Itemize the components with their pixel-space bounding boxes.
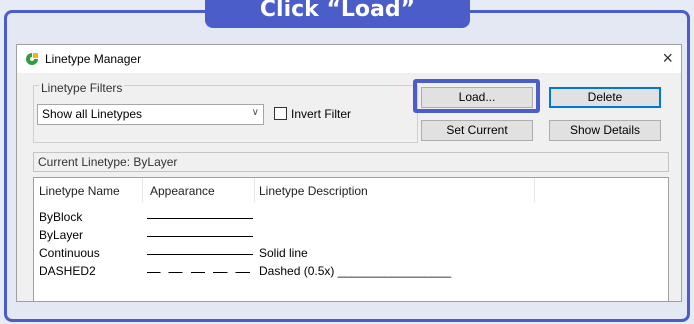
- column-divider: [254, 178, 255, 202]
- linetype-name: DASHED2: [39, 264, 96, 278]
- table-row[interactable]: Continuous Solid line: [34, 246, 668, 263]
- title-bar: Linetype Manager ×: [17, 45, 681, 73]
- delete-button[interactable]: Delete: [549, 87, 661, 108]
- invert-filter-checkbox[interactable]: [274, 107, 287, 120]
- linetype-manager-dialog: Linetype Manager × Linetype Filters Show…: [16, 44, 682, 302]
- appearance-line: [147, 254, 253, 255]
- current-linetype: Current Linetype: ByLayer: [33, 152, 669, 172]
- linetype-name: ByLayer: [39, 228, 84, 242]
- load-highlight: [413, 79, 540, 113]
- filter-select[interactable]: Show all Linetypes ∨: [37, 104, 264, 125]
- window-title: Linetype Manager: [45, 52, 142, 66]
- linetype-name: Continuous: [39, 246, 100, 260]
- set-current-button[interactable]: Set Current: [421, 120, 533, 141]
- filter-select-value: Show all Linetypes: [42, 107, 143, 121]
- linetype-name: ByBlock: [39, 210, 83, 224]
- column-header-appearance[interactable]: Appearance: [150, 184, 215, 198]
- close-icon[interactable]: ×: [662, 49, 673, 67]
- column-divider: [534, 178, 535, 202]
- list-header: Linetype Name Appearance Linetype Descri…: [34, 178, 668, 202]
- instruction-banner: Click “Load”: [205, 0, 470, 28]
- invert-filter-label[interactable]: Invert Filter: [291, 107, 351, 121]
- appearance-line: [147, 236, 253, 237]
- linetype-description: Solid line: [259, 246, 308, 260]
- table-row[interactable]: ByLayer: [34, 228, 668, 245]
- table-row[interactable]: ByBlock: [34, 210, 668, 227]
- chevron-down-icon: ∨: [251, 107, 259, 118]
- column-divider: [142, 178, 143, 202]
- table-row[interactable]: DASHED2 Dashed (0.5x) _________________: [34, 264, 668, 281]
- linetype-list: Linetype Name Appearance Linetype Descri…: [33, 177, 669, 301]
- appearance-line: [147, 272, 253, 273]
- appearance-line: [147, 218, 253, 219]
- linetype-description: Dashed (0.5x) _________________: [259, 264, 452, 278]
- linetype-manager-icon: [25, 52, 39, 66]
- linetype-filters-label: Linetype Filters: [39, 81, 125, 95]
- column-header-name[interactable]: Linetype Name: [39, 184, 120, 198]
- column-header-description[interactable]: Linetype Description: [259, 184, 368, 198]
- show-details-button[interactable]: Show Details: [549, 120, 661, 141]
